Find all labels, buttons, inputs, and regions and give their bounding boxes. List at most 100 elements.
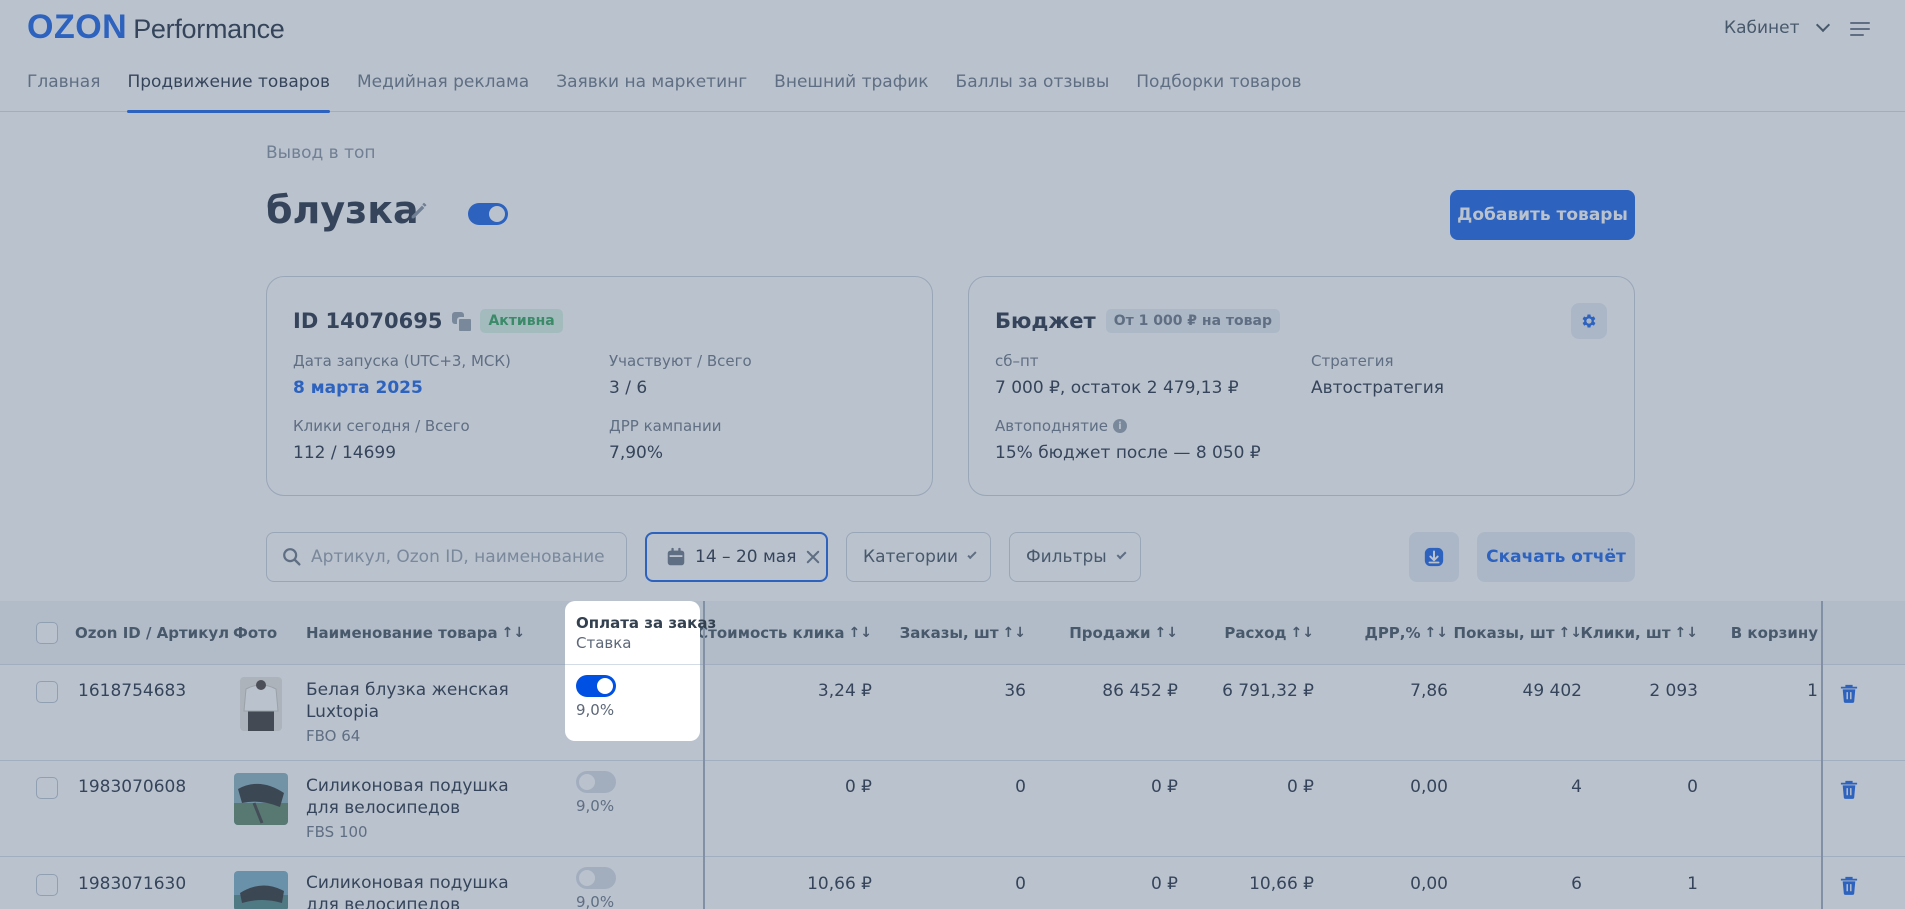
download-report-button[interactable]: Скачать отчёт [1477, 532, 1635, 582]
row-ozon-id[interactable]: 1618754683 [78, 681, 186, 701]
breadcrumb[interactable]: Вывод в топ [266, 143, 376, 163]
row-checkbox[interactable] [36, 681, 58, 703]
nav-media-ads[interactable]: Медийная реклама [357, 72, 529, 112]
product-name[interactable]: Силиконовая подушка для велосипедов [306, 872, 526, 909]
spotlight-divider [565, 664, 700, 665]
select-all-checkbox[interactable] [36, 622, 58, 644]
page-title: блузка [266, 188, 419, 232]
col-sales-label: Продажи [1069, 624, 1151, 642]
col-click-cost[interactable]: Стоимость клика ↑↓ [697, 601, 872, 665]
row-checkbox[interactable] [36, 874, 58, 896]
cabinet-menu[interactable]: Кабинет [1724, 17, 1830, 38]
col-drr-label: ДРР,% [1364, 624, 1421, 642]
drr-value: 7,90% [609, 443, 664, 463]
download-icon [1424, 547, 1444, 567]
orders: 0 [1015, 777, 1026, 797]
info-icon[interactable]: i [1112, 419, 1127, 433]
add-products-button[interactable]: Добавить товары [1450, 190, 1635, 240]
sales: 0 ₽ [1150, 874, 1178, 894]
date-range-picker[interactable]: 14 – 20 мая [645, 532, 828, 582]
chevron-down-icon [1815, 17, 1830, 33]
clicks: 0 [1687, 777, 1698, 797]
col-name[interactable]: Наименование товара ↑↓ [306, 601, 525, 665]
product-name[interactable]: Силиконовая подушка для велосипедов [306, 775, 526, 819]
col-impressions-label: Показы, шт [1453, 624, 1555, 642]
nav-marketing-requests[interactable]: Заявки на маркетинг [556, 72, 747, 112]
rate-value: 9,0% [576, 893, 615, 909]
col-pay-per-order: Оплата за заказ [576, 614, 717, 632]
sort-icon: ↑↓ [501, 625, 526, 641]
filters-dropdown[interactable]: Фильтры [1009, 532, 1141, 582]
clicks: 1 [1687, 874, 1698, 894]
budget-period-label: сб–пт [995, 352, 1039, 370]
spend: 0 ₽ [1286, 777, 1314, 797]
search-field[interactable] [266, 532, 627, 582]
product-photo[interactable] [234, 773, 288, 825]
nav-external-traffic[interactable]: Внешний трафик [774, 72, 928, 112]
rate-value-highlight: 9,0% [576, 701, 615, 719]
sales: 0 ₽ [1150, 777, 1178, 797]
orders: 36 [1004, 681, 1026, 701]
pay-per-order-toggle[interactable] [576, 771, 616, 793]
table-row[interactable]: 1983071630 Силиконовая подушка для велос… [0, 857, 1905, 909]
row-checkbox[interactable] [36, 777, 58, 799]
col-spend[interactable]: Расход ↑↓ [1190, 601, 1314, 665]
clicks: 2 093 [1649, 681, 1698, 701]
clear-icon[interactable] [804, 548, 822, 566]
participants-label: Участвуют / Всего [609, 352, 752, 370]
trash-icon[interactable] [1840, 779, 1858, 799]
pay-per-order-toggle[interactable] [576, 867, 616, 889]
edit-pencil-icon[interactable] [408, 200, 430, 222]
menu-icon[interactable] [1850, 22, 1870, 38]
table-row[interactable]: 1618754683 Белая блузка женская Luxtopia… [0, 665, 1905, 761]
table-row[interactable]: 1983070608 Силиконовая подушка для велос… [0, 761, 1905, 857]
download-button[interactable] [1409, 532, 1459, 582]
trash-icon[interactable] [1840, 683, 1858, 703]
nav-review-points[interactable]: Баллы за отзывы [956, 72, 1110, 112]
page: OZON Performance Кабинет Главная Продвиж… [0, 0, 1905, 909]
copy-icon[interactable] [452, 312, 474, 333]
budget-title: Бюджет [995, 309, 1096, 333]
table-header: Ozon ID / Артикул Фото Наименование това… [0, 601, 1905, 665]
product-stock: FBS 100 [306, 823, 368, 841]
product-photo[interactable] [240, 677, 282, 731]
strategy-value: Автостратегия [1311, 378, 1444, 398]
pay-per-order-toggle[interactable] [576, 675, 616, 697]
budget-card: Бюджет От 1 000 ₽ на товар сб–пт 7 000 ₽… [968, 276, 1635, 496]
logo-product: Performance [133, 14, 285, 44]
trash-icon[interactable] [1840, 875, 1858, 895]
nav-product-collections[interactable]: Подборки товаров [1136, 72, 1301, 112]
top-header: OZON Performance Кабинет Главная Продвиж… [0, 0, 1905, 113]
sort-icon: ↑↓ [1674, 625, 1698, 641]
row-ozon-id[interactable]: 1983070608 [78, 777, 186, 797]
nav-home[interactable]: Главная [27, 72, 100, 112]
nav-product-promotion[interactable]: Продвижение товаров [127, 72, 330, 113]
ozon-performance-logo[interactable]: OZON Performance [27, 8, 285, 48]
col-orders[interactable]: Заказы, шт ↑↓ [880, 601, 1026, 665]
col-click-cost-label: Стоимость клика [697, 624, 845, 642]
orders: 0 [1015, 874, 1026, 894]
col-sales[interactable]: Продажи ↑↓ [1040, 601, 1178, 665]
col-impressions[interactable]: Показы, шт ↑↓ [1454, 601, 1582, 665]
strategy-label: Стратегия [1311, 352, 1394, 370]
sort-icon: ↑↓ [1424, 625, 1448, 641]
participants-value: 3 / 6 [609, 378, 648, 398]
autoraise-label: Автоподнятие [995, 417, 1108, 435]
product-photo[interactable] [234, 871, 288, 909]
launch-date-value[interactable]: 8 марта 2025 [293, 378, 423, 398]
search-input[interactable] [311, 547, 611, 567]
budget-settings-button[interactable] [1571, 303, 1607, 339]
col-ozon-id[interactable]: Ozon ID / Артикул [75, 601, 229, 665]
cart: 1 [1807, 681, 1818, 701]
col-clicks[interactable]: Клики, шт ↑↓ [1581, 601, 1698, 665]
col-rate: Ставка [576, 634, 632, 652]
row-ozon-id[interactable]: 1983071630 [78, 874, 186, 894]
col-cart[interactable]: В корзину [1710, 601, 1818, 665]
calendar-icon [667, 547, 685, 566]
sort-icon: ↑↓ [1002, 625, 1026, 641]
categories-dropdown[interactable]: Категории [846, 532, 991, 582]
sort-icon: ↑↓ [1290, 625, 1314, 641]
product-name[interactable]: Белая блузка женская Luxtopia [306, 679, 526, 723]
col-drr[interactable]: ДРР,% ↑↓ [1330, 601, 1448, 665]
campaign-toggle[interactable] [468, 203, 508, 225]
